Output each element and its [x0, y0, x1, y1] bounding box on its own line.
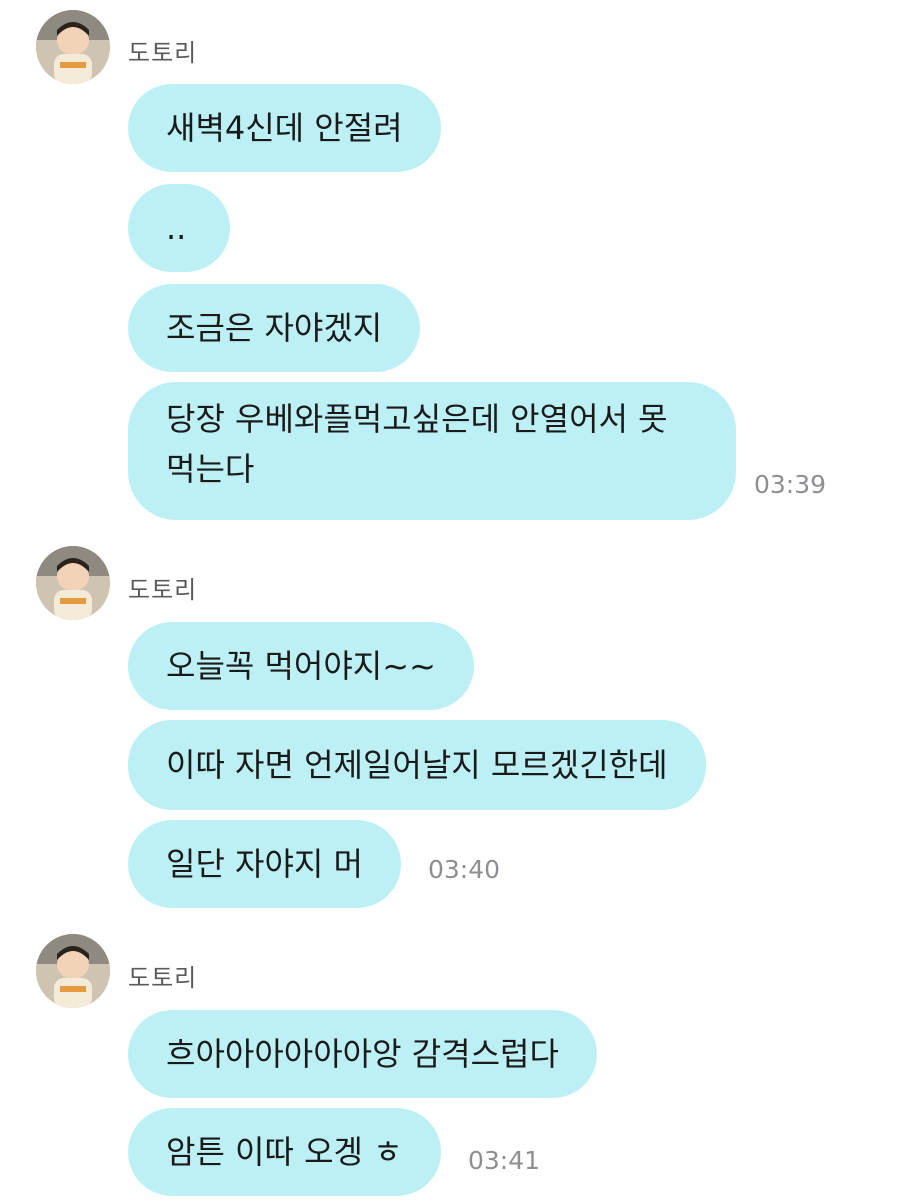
profile-photo-icon	[36, 546, 110, 620]
timestamp: 03:40	[428, 855, 501, 884]
message-text: 이따 자면 언제일어날지 모르겠긴한데	[166, 746, 668, 784]
message-text: ..	[166, 209, 187, 247]
message-text: 조금은 자야겠지	[166, 309, 383, 347]
message-bubble[interactable]: 조금은 자야겠지	[128, 284, 421, 372]
message-text: 새벽4신데 안절려	[166, 109, 403, 147]
avatar[interactable]	[36, 546, 110, 620]
message-bubble[interactable]: 이따 자면 언제일어날지 모르겠긴한데	[128, 720, 706, 810]
message-bubble[interactable]: 새벽4신데 안절려	[128, 84, 441, 172]
timestamp: 03:39	[754, 470, 827, 499]
message-text: 일단 자야지 머	[166, 845, 363, 883]
message-bubble[interactable]: 암튼 이따 오겡 ㅎ	[128, 1108, 441, 1196]
avatar[interactable]	[36, 934, 110, 1008]
avatar[interactable]	[36, 10, 110, 84]
timestamp: 03:41	[468, 1146, 541, 1175]
message-bubble[interactable]: 흐아아아아아아앙 감격스럽다	[128, 1010, 597, 1098]
sender-name: 도토리	[128, 964, 198, 992]
message-bubble[interactable]: ..	[128, 184, 230, 272]
sender-name: 도토리	[128, 39, 198, 67]
message-text: 오늘꼭 먹어야지~~	[166, 647, 436, 685]
message-text: 흐아아아아아아앙 감격스럽다	[166, 1035, 559, 1073]
message-text: 당장 우베와플먹고싶은데 안열어서 못 먹는다	[166, 400, 668, 488]
sender-name: 도토리	[128, 576, 198, 604]
message-text: 암튼 이따 오겡 ㅎ	[166, 1133, 403, 1171]
profile-photo-icon	[36, 10, 110, 84]
message-bubble[interactable]: 오늘꼭 먹어야지~~	[128, 622, 474, 710]
profile-photo-icon	[36, 934, 110, 1008]
message-bubble[interactable]: 일단 자야지 머	[128, 820, 401, 908]
message-bubble[interactable]: 당장 우베와플먹고싶은데 안열어서 못 먹는다	[128, 382, 736, 520]
